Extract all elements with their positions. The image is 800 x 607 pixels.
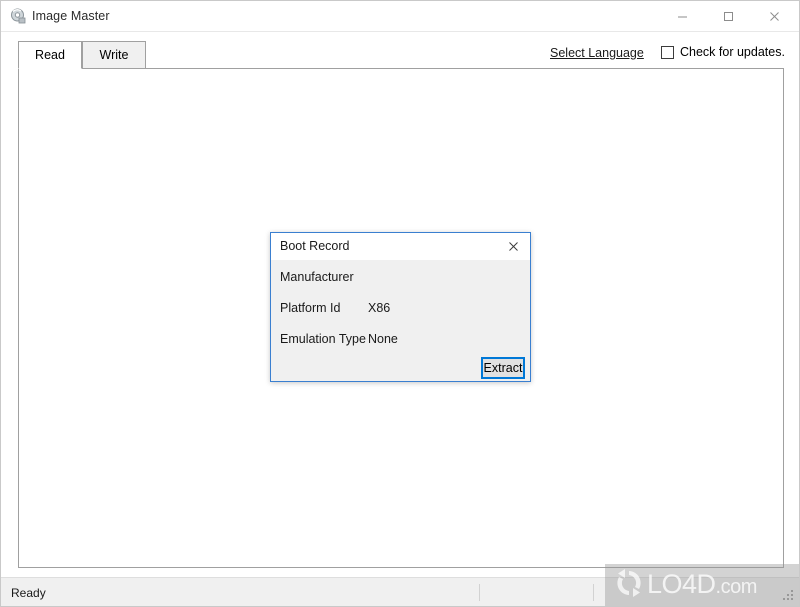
tab-write-label: Write	[99, 48, 129, 62]
minimize-button[interactable]	[659, 1, 705, 31]
resize-grip[interactable]	[783, 590, 795, 602]
status-divider	[593, 584, 594, 601]
dialog-label-emulation-type: Emulation Type	[280, 332, 366, 346]
check-for-updates-checkbox[interactable]: Check for updates.	[661, 45, 785, 59]
dialog-title: Boot Record	[280, 239, 350, 253]
check-for-updates-label: Check for updates.	[680, 45, 785, 59]
window-title: Image Master	[32, 9, 110, 23]
checkbox-box[interactable]	[661, 45, 674, 59]
status-bar: Ready	[1, 577, 799, 606]
tab-read[interactable]: Read	[18, 41, 82, 69]
dialog-close-button[interactable]	[496, 233, 530, 260]
close-window-button[interactable]	[751, 1, 797, 31]
dialog-extract-button[interactable]: Extract	[481, 357, 525, 379]
dialog-extract-label: Extract	[483, 361, 523, 375]
dialog-value-platform-id: X86	[368, 301, 391, 315]
tab-read-label: Read	[35, 48, 65, 62]
disc-icon	[10, 8, 27, 25]
maximize-button[interactable]	[705, 1, 751, 31]
dialog-label-manufacturer: Manufacturer	[280, 270, 354, 284]
dialog-value-emulation-type: None	[368, 332, 398, 346]
dialog-label-platform-id: Platform Id	[280, 301, 341, 315]
status-divider	[479, 584, 480, 601]
title-bar: Image Master	[1, 1, 799, 32]
status-text: Ready	[11, 586, 46, 600]
boot-record-dialog[interactable]: Boot Record Manufacturer Platform Id X86…	[270, 232, 531, 382]
select-language-link[interactable]: Select Language	[550, 46, 644, 60]
dialog-title-bar: Boot Record	[271, 233, 530, 260]
application-window: Image Master Read Write Select Language …	[0, 0, 800, 607]
tab-write[interactable]: Write	[82, 41, 146, 69]
